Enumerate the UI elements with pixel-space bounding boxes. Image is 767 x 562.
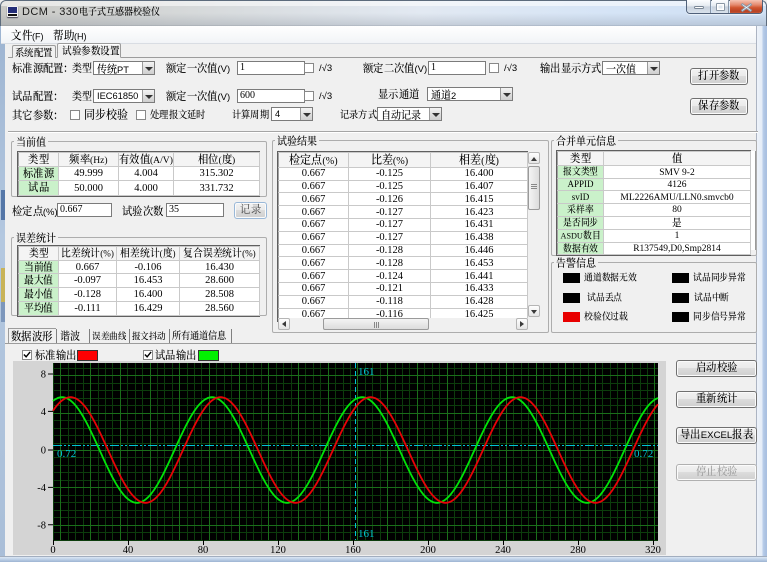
svg-text:0: 0 bbox=[50, 545, 55, 555]
svg-text:160: 160 bbox=[345, 545, 361, 555]
svg-text:161: 161 bbox=[358, 528, 375, 540]
svg-text:0.72: 0.72 bbox=[634, 448, 653, 460]
svg-text:0.72: 0.72 bbox=[57, 448, 76, 460]
svg-text:8: 8 bbox=[41, 370, 46, 381]
svg-text:320: 320 bbox=[645, 545, 661, 555]
svg-text:200: 200 bbox=[420, 545, 436, 555]
svg-text:120: 120 bbox=[270, 545, 286, 555]
svg-text:80: 80 bbox=[198, 545, 209, 555]
svg-text:161: 161 bbox=[358, 366, 375, 378]
svg-text:0: 0 bbox=[41, 446, 46, 457]
svg-text:40: 40 bbox=[123, 545, 134, 555]
svg-text:240: 240 bbox=[495, 545, 511, 555]
svg-text:280: 280 bbox=[570, 545, 586, 555]
svg-text:-8: -8 bbox=[37, 520, 46, 531]
svg-text:4: 4 bbox=[41, 407, 47, 418]
svg-text:-4: -4 bbox=[37, 483, 46, 494]
